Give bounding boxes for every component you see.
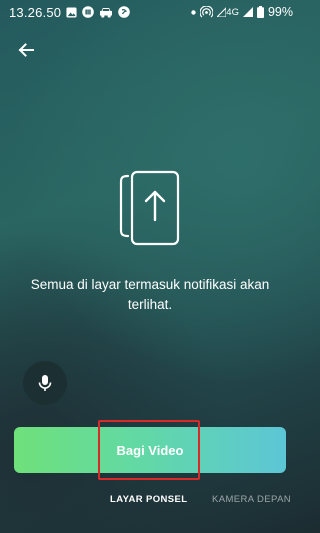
share-video-button[interactable]: Bagi Video bbox=[14, 420, 286, 480]
hotspot-icon bbox=[200, 5, 214, 19]
dot-icon bbox=[191, 9, 196, 15]
share-video-label: Bagi Video bbox=[116, 442, 184, 458]
share-screen-illustration bbox=[118, 170, 182, 246]
screen-share-warning: Semua di layar termasuk notifikasi akan … bbox=[30, 277, 270, 312]
tab-phone-screen[interactable]: LAYAR PONSEL bbox=[110, 494, 187, 505]
status-bar-right: 4G 99% bbox=[191, 5, 293, 19]
battery-percent: 99% bbox=[267, 5, 293, 19]
media-icon bbox=[82, 6, 95, 18]
signal-icon bbox=[242, 7, 253, 17]
car-icon bbox=[99, 7, 113, 18]
battery-icon bbox=[256, 6, 264, 18]
status-time: 13.26.50 bbox=[9, 4, 62, 20]
mode-tabs: LAYAR PONSEL KAMERA DEPAN bbox=[0, 494, 300, 514]
network-type: 4G bbox=[226, 6, 239, 18]
back-button[interactable] bbox=[14, 38, 38, 62]
tab-front-camera[interactable]: KAMERA DEPAN bbox=[212, 494, 291, 505]
microphone-icon bbox=[38, 375, 52, 391]
status-bar-left: 13.26.50 bbox=[9, 4, 131, 20]
notification-icon bbox=[118, 6, 131, 18]
microphone-button[interactable] bbox=[23, 361, 67, 405]
signal-4g-icon: 4G bbox=[217, 7, 239, 18]
image-icon bbox=[66, 6, 77, 18]
arrow-left-icon bbox=[18, 43, 34, 57]
status-bar: 13.26.50 4G 99% bbox=[0, 0, 300, 24]
share-screen-icon bbox=[119, 170, 180, 246]
